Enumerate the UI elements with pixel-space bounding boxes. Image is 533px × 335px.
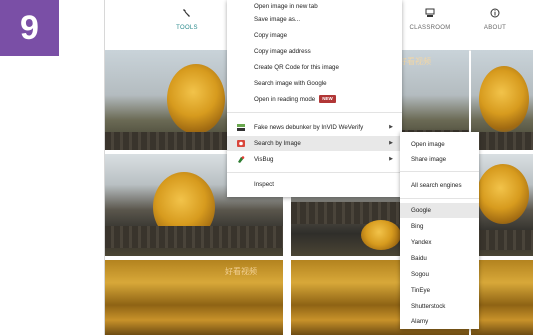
visbug-icon xyxy=(237,156,245,163)
nav-classroom-label: CLASSROOM xyxy=(409,25,451,31)
ginkgo-tree xyxy=(361,220,401,250)
search-by-image-icon xyxy=(237,140,245,147)
nav-about[interactable]: ABOUT xyxy=(460,8,530,31)
image-tile[interactable] xyxy=(471,154,533,256)
submenu-item-label: TinEye xyxy=(411,287,431,294)
submenu-arrow-icon: ▶ xyxy=(389,140,393,146)
new-badge: NEW xyxy=(319,95,336,103)
submenu-arrow-icon: ▶ xyxy=(389,124,393,130)
menu-visbug[interactable]: VisBug ▶ xyxy=(227,152,402,167)
submenu-all-search-engines[interactable]: All search engines xyxy=(400,178,479,193)
submenu-engine-sogou[interactable]: Sogou xyxy=(400,267,479,282)
submenu-item-label: All search engines xyxy=(411,182,462,189)
submenu-engine-yandex[interactable]: Yandex xyxy=(400,235,479,250)
image-watermark: 好看视频 xyxy=(225,267,257,276)
submenu-item-label: Google xyxy=(411,207,431,214)
menu-item-label: Open in reading mode xyxy=(254,96,316,103)
submenu-engine-alamy[interactable]: Alamy xyxy=(400,314,479,329)
submenu-engine-tineye[interactable]: TinEye xyxy=(400,283,479,298)
temple-roof xyxy=(105,226,283,248)
menu-item-label: VisBug xyxy=(254,156,274,163)
menu-item-label: Fake news debunker by InVID WeVerify xyxy=(254,124,364,131)
menu-separator xyxy=(227,112,402,113)
wrench-icon xyxy=(152,8,222,22)
ginkgo-tree xyxy=(479,66,529,132)
menu-item-label: Search by Image xyxy=(254,140,301,147)
nav-about-label: ABOUT xyxy=(483,25,507,31)
menu-search-image-google[interactable]: Search image with Google xyxy=(227,76,402,91)
nav-tools[interactable]: TOOLS xyxy=(152,8,222,31)
ginkgo-tree xyxy=(167,64,225,134)
menu-item-label: Save image as... xyxy=(254,16,301,23)
image-tile[interactable]: 好看视频 xyxy=(105,260,283,335)
menu-create-qr-code[interactable]: Create QR Code for this image xyxy=(227,60,402,75)
menu-item-label: Copy image address xyxy=(254,48,311,55)
image-watermark: 好看视频 xyxy=(399,57,431,66)
submenu-item-label: Alamy xyxy=(411,318,429,325)
menu-fake-news-debunker[interactable]: Fake news debunker by InVID WeVerify ▶ xyxy=(227,120,402,135)
menu-separator xyxy=(227,172,402,173)
info-icon xyxy=(460,8,530,22)
classroom-icon xyxy=(395,8,465,22)
submenu-item-label: Open image xyxy=(411,141,445,148)
menu-item-label: Search image with Google xyxy=(254,80,327,87)
menu-copy-image[interactable]: Copy image xyxy=(227,28,402,43)
submenu-item-label: Bing xyxy=(411,223,424,230)
image-tile[interactable] xyxy=(471,260,533,335)
temple-roof xyxy=(471,230,533,250)
submenu-item-label: Shutterstock xyxy=(411,303,446,310)
ginkgo-tree xyxy=(477,164,529,224)
submenu-arrow-icon: ▶ xyxy=(389,156,393,162)
menu-inspect[interactable]: Inspect xyxy=(227,177,402,192)
menu-save-image-as[interactable]: Save image as... xyxy=(227,12,402,27)
submenu-engine-google[interactable]: Google xyxy=(400,203,479,218)
submenu-share-image[interactable]: Share image xyxy=(400,152,479,167)
submenu-item-label: Share image xyxy=(411,156,447,163)
submenu-item-label: Baidu xyxy=(411,255,427,262)
submenu-separator xyxy=(400,198,479,199)
context-menu: Open image in new tab Save image as... C… xyxy=(227,0,402,197)
nav-tools-label: TOOLS xyxy=(176,25,198,31)
nav-classroom[interactable]: CLASSROOM xyxy=(395,8,465,31)
submenu-open-image[interactable]: Open image xyxy=(400,137,479,152)
menu-open-image-new-tab[interactable]: Open image in new tab xyxy=(227,2,402,12)
submenu-item-label: Yandex xyxy=(411,239,432,246)
image-tile[interactable] xyxy=(471,50,533,150)
browser-screenshot: TOOLS CLASSROOM ABOUT 好看视频 好看视频 Open ima… xyxy=(104,0,533,335)
menu-item-label: Copy image xyxy=(254,32,288,39)
temple-roof xyxy=(471,132,533,150)
menu-item-label: Inspect xyxy=(254,181,274,188)
menu-search-by-image[interactable]: Search by Image ▶ xyxy=(227,136,402,151)
menu-copy-image-address[interactable]: Copy image address xyxy=(227,44,402,59)
menu-open-reading-mode[interactable]: Open in reading mode NEW xyxy=(227,92,402,107)
submenu-engine-baidu[interactable]: Baidu xyxy=(400,251,479,266)
weverify-icon xyxy=(237,124,245,131)
menu-item-label: Create QR Code for this image xyxy=(254,64,339,71)
submenu-separator xyxy=(400,171,479,172)
submenu-engine-shutterstock[interactable]: Shutterstock xyxy=(400,299,479,314)
submenu-engine-bing[interactable]: Bing xyxy=(400,219,479,234)
search-by-image-submenu: Open image Share image All search engine… xyxy=(400,132,479,329)
step-number-badge: 9 xyxy=(0,0,59,56)
menu-item-label: Open image in new tab xyxy=(254,3,318,10)
submenu-item-label: Sogou xyxy=(411,271,429,278)
